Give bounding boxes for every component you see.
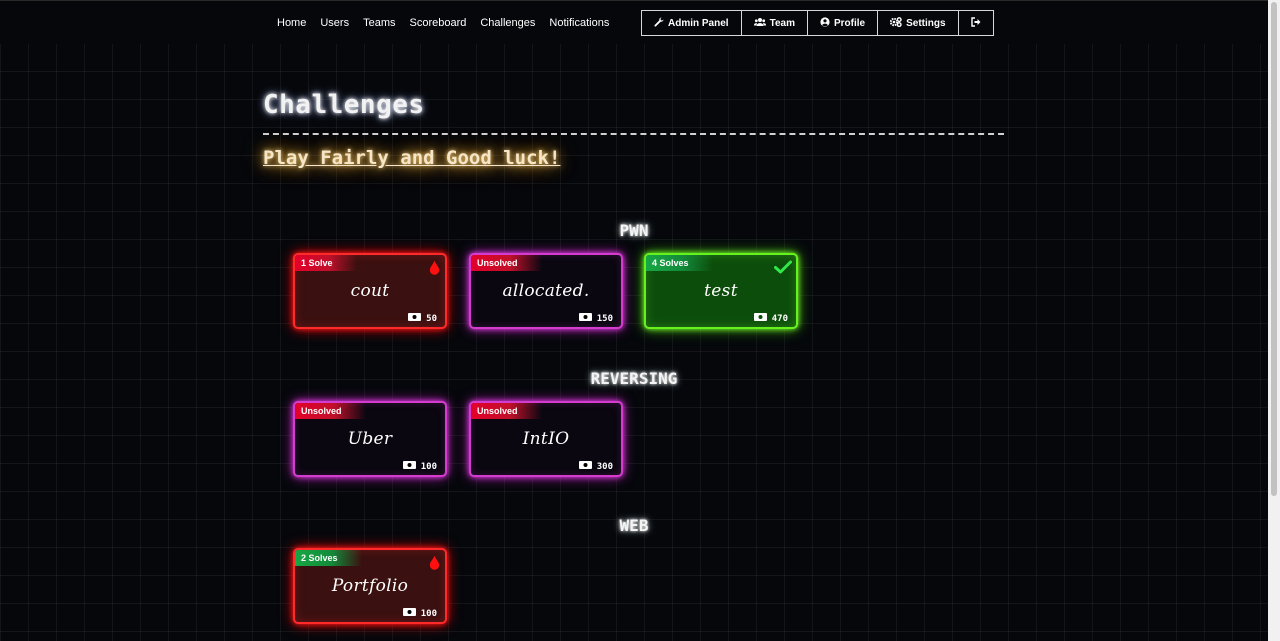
- admin-panel-label: Admin Panel: [668, 17, 729, 29]
- blood-drop-icon: [429, 555, 440, 574]
- money-bill-icon: [402, 608, 416, 619]
- money-bill-icon: [578, 461, 592, 472]
- gears-icon: [889, 16, 902, 30]
- nav-teams[interactable]: Teams: [363, 17, 395, 29]
- solve-count-badge: 2 Solves: [295, 550, 362, 566]
- profile-label: Profile: [833, 17, 866, 29]
- solve-count-badge: Unsolved: [471, 255, 542, 271]
- challenge-name: Uber: [347, 429, 393, 449]
- nav-challenges[interactable]: Challenges: [480, 17, 535, 29]
- challenge-value: 150: [578, 313, 613, 324]
- challenge-points: 100: [420, 461, 437, 472]
- nav-users[interactable]: Users: [320, 17, 349, 29]
- challenge-value: 100: [402, 608, 437, 619]
- money-bill-icon: [402, 461, 416, 472]
- category-title-pwn: PWN: [619, 221, 649, 240]
- challenge-name: test: [704, 281, 738, 301]
- logout-button[interactable]: [959, 11, 993, 35]
- challenge-card-allocated[interactable]: Unsolved allocated. 150: [469, 253, 623, 329]
- solve-count-badge: 1 Solve: [295, 255, 357, 271]
- challenge-value: 100: [402, 461, 437, 472]
- admin-panel-button[interactable]: Admin Panel: [642, 11, 742, 35]
- settings-label: Settings: [906, 17, 946, 29]
- challenge-card-portfolio[interactable]: 2 Solves Portfolio 100: [293, 548, 447, 624]
- solve-count-badge: 4 Solves: [646, 255, 713, 271]
- blood-drop-icon: [429, 260, 440, 279]
- challenge-card-uber[interactable]: Unsolved Uber 100: [293, 401, 447, 477]
- challenge-card-test[interactable]: 4 Solves test 470: [644, 253, 798, 329]
- page-title: Challenges: [263, 90, 425, 120]
- solve-count-badge: Unsolved: [295, 403, 366, 419]
- money-bill-icon: [408, 313, 422, 324]
- category-title-reversing: REVERSING: [590, 369, 678, 388]
- vertical-scrollbar[interactable]: [1268, 0, 1280, 641]
- challenge-value: 50: [408, 313, 437, 324]
- title-divider: [263, 133, 1004, 135]
- checkmark-icon: [774, 259, 792, 278]
- sign-out-icon: [970, 16, 981, 30]
- user-circle-icon: [820, 16, 830, 30]
- users-icon: [753, 17, 766, 30]
- settings-button[interactable]: Settings: [878, 11, 959, 35]
- challenge-points: 100: [420, 608, 437, 619]
- challenge-name: allocated.: [502, 281, 590, 301]
- nav-links: Home Users Teams Scoreboard Challenges N…: [270, 1, 616, 44]
- profile-button[interactable]: Profile: [808, 11, 879, 35]
- nav-button-group: Admin Panel Team Profile Settings: [641, 10, 994, 36]
- challenge-name: cout: [350, 281, 390, 301]
- category-title-web: WEB: [619, 516, 649, 535]
- team-label: Team: [769, 17, 795, 29]
- money-bill-icon: [578, 313, 592, 324]
- challenge-card-cout[interactable]: 1 Solve cout 50: [293, 253, 447, 329]
- scrollbar-thumb[interactable]: [1271, 2, 1277, 496]
- challenge-card-intio[interactable]: Unsolved IntIO 300: [469, 401, 623, 477]
- page-subtitle: Play Fairly and Good luck!: [263, 147, 561, 169]
- challenge-value: 470: [753, 313, 788, 324]
- challenge-name: IntIO: [522, 429, 570, 449]
- challenge-points: 50: [426, 313, 437, 324]
- solve-count-badge: Unsolved: [471, 403, 542, 419]
- nav-notifications[interactable]: Notifications: [549, 17, 609, 29]
- challenge-points: 300: [596, 461, 613, 472]
- challenge-value: 300: [578, 461, 613, 472]
- wrench-icon: [654, 17, 664, 30]
- money-bill-icon: [753, 313, 767, 324]
- challenge-points: 470: [771, 313, 788, 324]
- challenge-points: 150: [596, 313, 613, 324]
- nav-home[interactable]: Home: [277, 17, 306, 29]
- team-button[interactable]: Team: [742, 11, 808, 35]
- challenge-name: Portfolio: [331, 576, 409, 596]
- nav-scoreboard[interactable]: Scoreboard: [409, 17, 466, 29]
- top-navbar: Home Users Teams Scoreboard Challenges N…: [0, 0, 1268, 44]
